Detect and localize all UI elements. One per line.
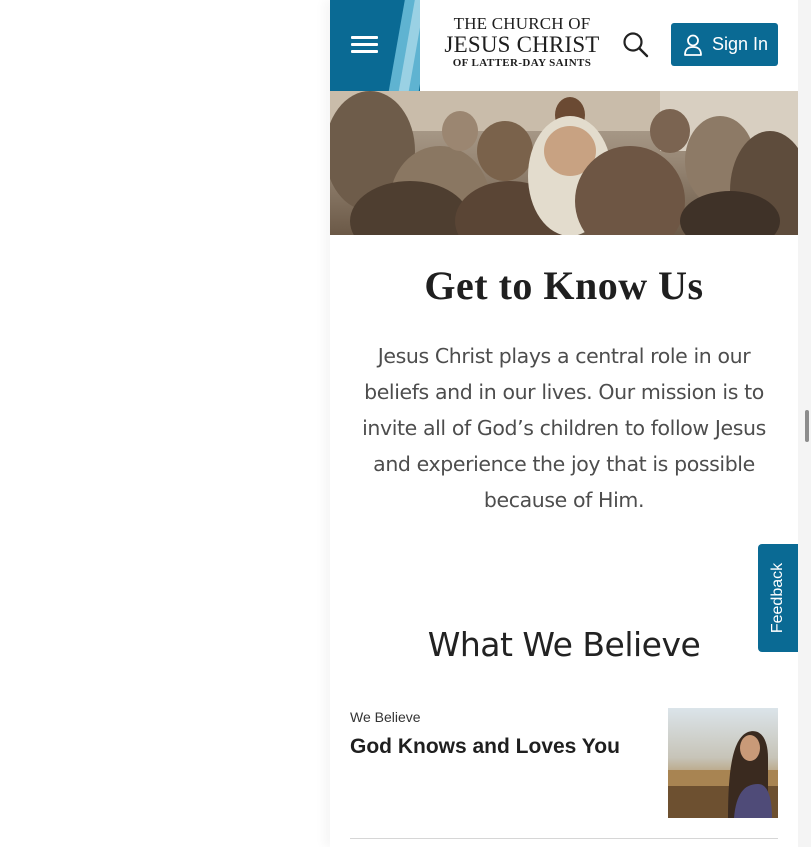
intro-paragraph: Jesus Christ plays a central role in our… (362, 344, 766, 512)
hamburger-menu-icon (351, 36, 378, 54)
church-logo[interactable]: THE CHURCH OF JESUS CHRIST OF LATTER-DAY… (444, 15, 600, 69)
scrollbar-thumb[interactable] (805, 410, 809, 442)
feedback-label: Feedback (769, 562, 786, 634)
hero-painting (330, 91, 798, 235)
hero-image (330, 91, 798, 235)
search-button[interactable] (622, 31, 650, 59)
sign-in-button[interactable]: Sign In (671, 23, 778, 66)
menu-button[interactable] (330, 0, 420, 91)
search-icon (623, 32, 649, 58)
page-title: Get to Know Us (424, 263, 704, 308)
card-thumbnail (668, 708, 778, 818)
logo-line-1: THE CHURCH OF (453, 14, 591, 33)
blank-area (0, 0, 330, 847)
site-header: THE CHURCH OF JESUS CHRIST OF LATTER-DAY… (330, 0, 798, 91)
logo-line-3: OF LATTER-DAY SAINTS (452, 57, 592, 69)
sign-in-label: Sign In (712, 34, 769, 54)
logo-line-2: JESUS CHRIST (444, 32, 600, 57)
card-divider (350, 838, 778, 839)
belief-card[interactable]: We Believe God Knows and Loves You (350, 708, 778, 839)
user-icon (684, 34, 702, 56)
mobile-viewport: THE CHURCH OF JESUS CHRIST OF LATTER-DAY… (330, 0, 798, 847)
card-eyebrow: We Believe (350, 709, 421, 725)
feedback-tab[interactable]: Feedback (758, 544, 798, 652)
section-title: What We Believe (427, 625, 701, 664)
card-title[interactable]: God Knows and Loves You (350, 735, 620, 759)
